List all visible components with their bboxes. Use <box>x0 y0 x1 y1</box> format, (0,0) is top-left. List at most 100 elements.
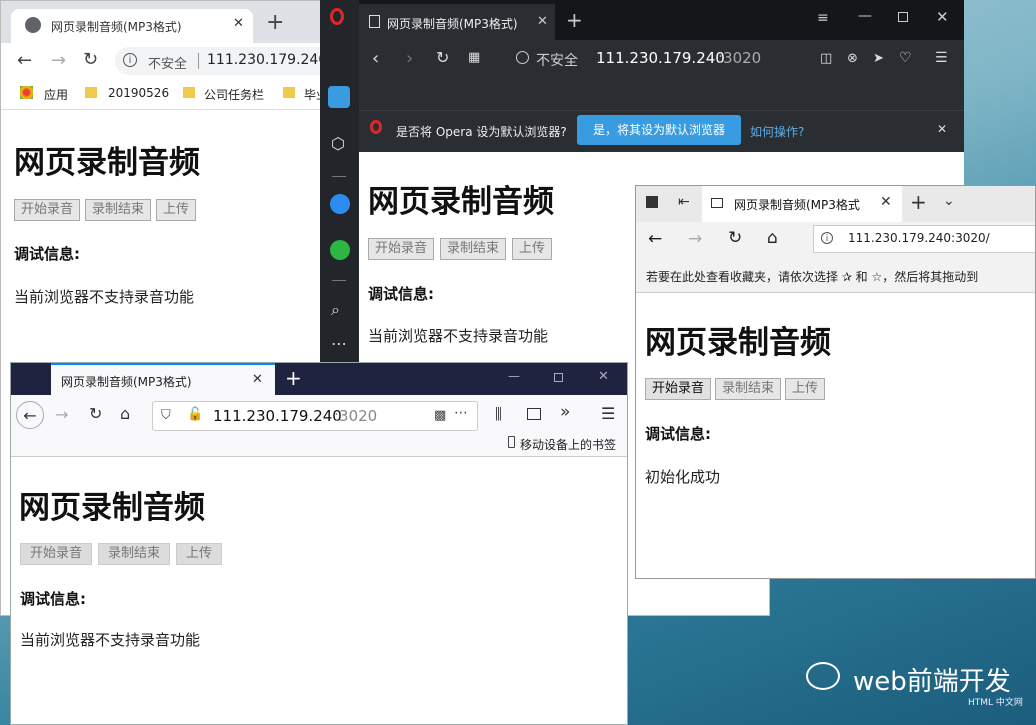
close-window-icon[interactable]: ✕ <box>598 369 609 384</box>
mobile-bookmarks[interactable]: 移动设备上的书签 <box>520 436 616 453</box>
new-tab-button[interactable]: + <box>285 368 302 388</box>
opera-tab[interactable]: 网页录制音频(MP3格式) ✕ <box>359 4 555 40</box>
heart-icon[interactable]: ♡ <box>899 50 912 66</box>
close-window-icon[interactable]: ✕ <box>936 8 949 26</box>
bookmark-folder[interactable]: 20190526 <box>108 86 169 100</box>
folder-icon <box>283 87 295 98</box>
reload-icon[interactable]: ↻ <box>89 404 102 423</box>
close-tab-icon[interactable]: ✕ <box>233 16 244 31</box>
upload-button[interactable]: 上传 <box>785 378 826 400</box>
home-icon[interactable]: ⌂ <box>767 228 778 248</box>
stop-record-button[interactable]: 录制结束 <box>715 378 782 400</box>
folder-icon <box>85 87 97 98</box>
back-icon[interactable]: ← <box>648 229 662 249</box>
edge-address-bar[interactable]: i 111.230.179.240:3020/ <box>813 225 1035 253</box>
reload-icon[interactable]: ↻ <box>436 48 449 67</box>
chevron-down-icon[interactable]: ⌄ <box>943 193 955 209</box>
set-aside-tabs-icon[interactable]: ⇤ <box>678 194 690 210</box>
upload-button[interactable]: 上传 <box>156 199 197 221</box>
firefox-tab[interactable]: 网页录制音频(MP3格式) ✕ <box>51 363 275 395</box>
upload-button[interactable]: 上传 <box>512 238 553 260</box>
insecure-lock-icon[interactable]: 🔓 <box>187 407 203 422</box>
bookmark-apps[interactable]: 应用 <box>44 86 68 103</box>
globe-icon <box>516 51 529 64</box>
new-tab-button[interactable]: + <box>910 192 927 212</box>
start-record-button[interactable]: 开始录音 <box>14 199 81 221</box>
camera-icon[interactable]: ◫ <box>820 51 832 66</box>
upload-button[interactable]: 上传 <box>176 543 223 565</box>
forward-icon[interactable]: → <box>55 405 68 424</box>
overflow-icon[interactable]: » <box>560 402 570 422</box>
tab-preview-icon[interactable] <box>646 196 658 208</box>
opera-logo-icon[interactable] <box>330 8 344 25</box>
back-icon[interactable]: ← <box>17 50 32 71</box>
address-port[interactable]: :3020 <box>718 49 761 67</box>
start-record-button[interactable]: 开始录音 <box>368 238 435 260</box>
debug-message: 初始化成功 <box>645 468 721 486</box>
close-tab-icon[interactable]: ✕ <box>880 194 892 210</box>
search-icon[interactable]: ⌕ <box>331 300 340 320</box>
page-actions-icon[interactable]: ⋯ <box>454 405 468 421</box>
wechat-icon <box>806 662 840 690</box>
stop-record-button[interactable]: 录制结束 <box>98 543 171 565</box>
shield-icon[interactable]: ⛉ <box>161 408 171 423</box>
tab-title: 网页录制音频(MP3格式 <box>734 198 860 212</box>
messenger-icon[interactable] <box>330 194 350 214</box>
divider <box>332 280 346 281</box>
apps-icon[interactable] <box>20 86 33 99</box>
watermark-badge: HTML 中文网 <box>968 698 1023 708</box>
close-tab-icon[interactable]: ✕ <box>252 372 263 387</box>
bookmark-icon[interactable]: ⬡ <box>331 134 345 153</box>
new-tab-button[interactable]: + <box>266 12 284 34</box>
debug-message: 当前浏览器不支持录音功能 <box>368 327 549 345</box>
address-host[interactable]: 111.230.179.240 <box>596 49 725 67</box>
stop-record-button[interactable]: 录制结束 <box>440 238 507 260</box>
reload-icon[interactable]: ↻ <box>83 49 98 70</box>
more-icon[interactable]: ⋯ <box>331 334 347 353</box>
tabs-grid-icon[interactable]: ▦ <box>468 50 480 65</box>
maximize-icon[interactable] <box>554 373 563 382</box>
back-icon[interactable]: ‹ <box>372 48 379 69</box>
close-tab-icon[interactable]: ✕ <box>537 14 548 29</box>
infobar-text: 是否将 Opera 设为默认浏览器? <box>396 125 567 139</box>
address-host: 111.230.179.240 <box>213 407 342 425</box>
how-to-link[interactable]: 如何操作? <box>750 123 804 140</box>
qr-code-icon[interactable]: ▩ <box>434 408 446 423</box>
chrome-address-bar[interactable]: i 不安全 111.230.179.240: <box>115 47 355 75</box>
menu-icon[interactable]: ☰ <box>601 404 615 423</box>
debug-label: 调试信息: <box>20 590 86 608</box>
back-icon[interactable]: ← <box>16 401 44 429</box>
page-icon <box>711 198 723 208</box>
start-record-button[interactable]: 开始录音 <box>645 378 712 400</box>
minimize-icon[interactable]: — <box>858 8 872 24</box>
minimize-icon[interactable]: — <box>508 369 520 383</box>
adblock-icon[interactable]: ⊗ <box>847 51 858 66</box>
send-icon[interactable]: ➤ <box>873 51 884 66</box>
settings-icon[interactable]: ☰ <box>935 50 948 66</box>
home-icon[interactable]: ⌂ <box>120 404 130 423</box>
home-icon[interactable] <box>328 86 350 108</box>
sidebar-icon[interactable] <box>527 408 541 420</box>
debug-message: 当前浏览器不支持录音功能 <box>14 288 195 306</box>
address-port: :3020 <box>334 407 378 425</box>
maximize-icon[interactable] <box>898 12 908 22</box>
forward-icon[interactable]: → <box>51 50 66 71</box>
info-icon[interactable]: i <box>123 53 137 67</box>
start-record-button[interactable]: 开始录音 <box>20 543 93 565</box>
library-icon[interactable]: ⫼ <box>495 405 502 423</box>
set-default-button[interactable]: 是，将其设为默认浏览器 <box>577 115 741 145</box>
info-icon[interactable]: i <box>821 232 833 244</box>
edge-tab[interactable]: 网页录制音频(MP3格式 ✕ <box>702 186 902 222</box>
whatsapp-icon[interactable] <box>330 240 350 260</box>
new-tab-button[interactable]: + <box>566 10 583 30</box>
bookmark-folder[interactable]: 公司任务栏 <box>204 86 264 103</box>
reload-icon[interactable]: ↻ <box>728 228 742 248</box>
forward-icon[interactable]: → <box>688 229 702 249</box>
forward-icon[interactable]: › <box>406 48 413 69</box>
close-infobar-icon[interactable]: ✕ <box>937 122 947 136</box>
chrome-tab[interactable]: 网页录制音频(MP3格式) ✕ <box>11 9 253 43</box>
address-text: 111.230.179.240:3020/ <box>848 231 990 245</box>
stop-record-button[interactable]: 录制结束 <box>85 199 152 221</box>
firefox-address-bar[interactable]: ⛉ 🔓 111.230.179.240 :3020 ▩ ⋯ <box>152 401 478 431</box>
tab-menu-icon[interactable]: ≡ <box>817 10 829 26</box>
